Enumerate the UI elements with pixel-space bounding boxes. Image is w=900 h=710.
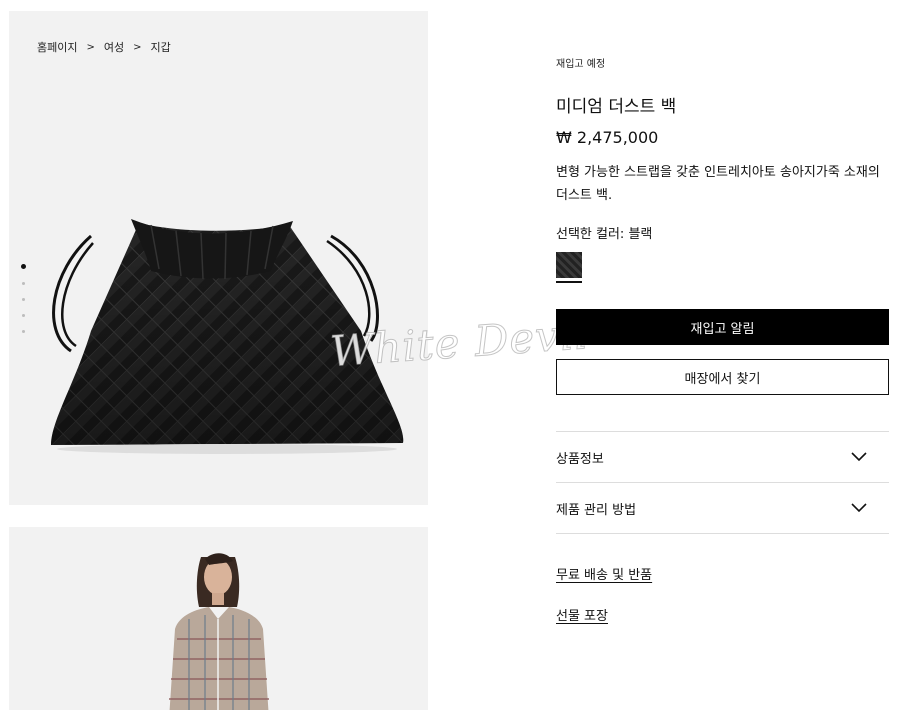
- accordion-care[interactable]: 제품 관리 방법: [556, 483, 889, 535]
- bag-illustration: [51, 219, 404, 454]
- gallery-dot-3[interactable]: [22, 298, 25, 301]
- shipping-returns-link[interactable]: 무료 배송 및 반품: [556, 564, 889, 583]
- breadcrumb: 홈페이지 > 여성 > 지갑: [37, 39, 171, 55]
- breadcrumb-separator: >: [86, 41, 95, 53]
- product-description: 변형 가능한 스트랩을 갖춘 인트레치아토 송아지가죽 소재의 더스트 백.: [556, 165, 880, 204]
- gallery-dot-5[interactable]: [22, 330, 25, 333]
- breadcrumb-separator: >: [133, 41, 142, 53]
- gift-wrap-link[interactable]: 선물 포장: [556, 605, 889, 624]
- find-in-store-button[interactable]: 매장에서 찾기: [556, 359, 889, 396]
- breadcrumb-wallets[interactable]: 지갑: [151, 39, 171, 55]
- gallery-dot-4[interactable]: [22, 314, 25, 317]
- accordion-label: 상품정보: [556, 451, 604, 467]
- product-title: 미디엄 더스트 백: [556, 97, 677, 117]
- product-image-model: [9, 527, 428, 710]
- gallery-dot-1[interactable]: [21, 264, 26, 269]
- product-price: ₩ 2,475,000: [556, 128, 659, 148]
- breadcrumb-home[interactable]: 홈페이지: [37, 39, 77, 55]
- accordion-label: 제품 관리 방법: [556, 502, 637, 518]
- breadcrumb-women[interactable]: 여성: [104, 39, 124, 55]
- gallery-pagination: [21, 264, 26, 333]
- accordion-product-info[interactable]: 상품정보: [556, 432, 889, 484]
- restock-note: 재입고 예정: [556, 59, 606, 70]
- notify-restock-button[interactable]: 재입고 알림: [556, 309, 889, 346]
- gallery-dot-2[interactable]: [22, 282, 25, 285]
- product-accordion: 상품정보 제품 관리 방법: [556, 431, 889, 535]
- chevron-down-icon: [851, 452, 867, 462]
- service-links: 무료 배송 및 반품 선물 포장: [556, 564, 889, 624]
- model-illustration: [169, 553, 269, 710]
- product-details: 재입고 예정 미디엄 더스트 백 ₩ 2,475,000 변형 가능한 스트랩을…: [556, 50, 889, 646]
- chevron-down-icon: [851, 503, 867, 513]
- color-swatch-black[interactable]: [556, 252, 582, 284]
- product-image-main: 홈페이지 > 여성 > 지갑: [9, 11, 428, 505]
- selected-color-label: 선택한 컬러: 블랙: [556, 227, 653, 243]
